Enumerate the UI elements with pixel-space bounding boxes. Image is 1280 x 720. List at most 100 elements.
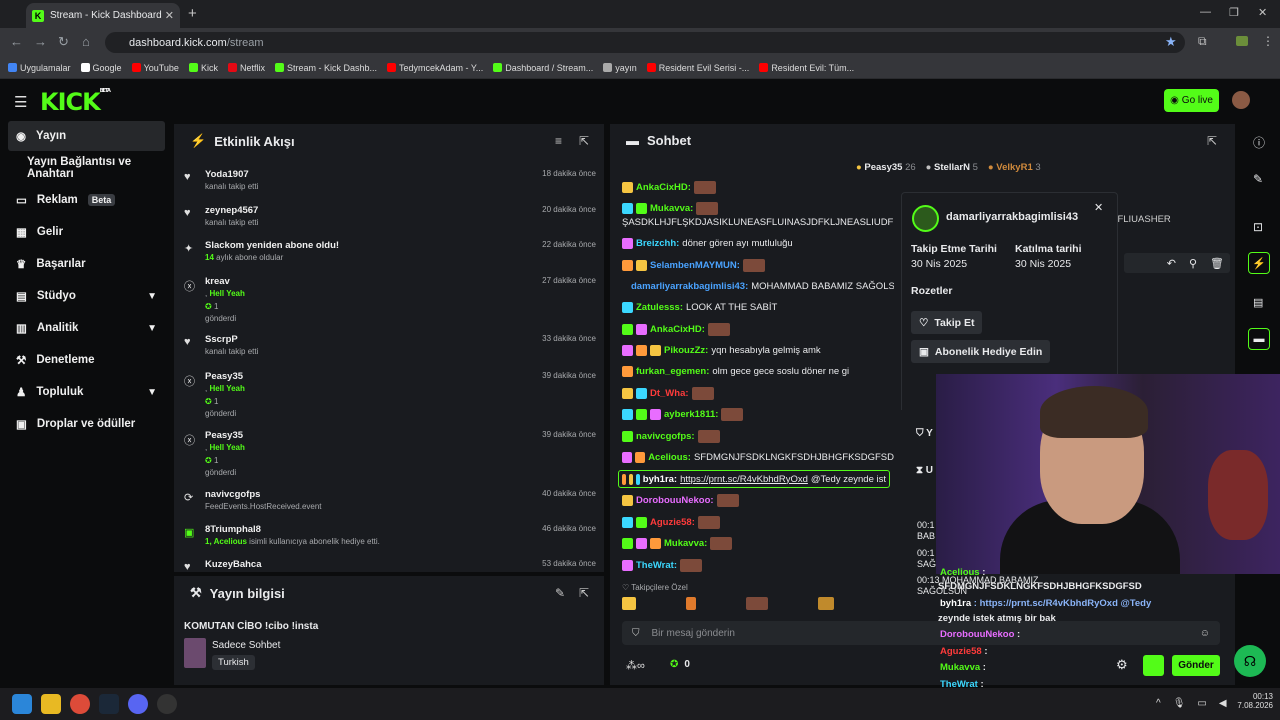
url-bar[interactable]: dashboard.kick.com/stream xyxy=(105,32,1185,53)
chat-username[interactable]: AnkaCixHD: xyxy=(650,324,705,335)
sidebar-item-basarilar[interactable]: ♛ Başarılar xyxy=(8,249,165,279)
event-user[interactable]: Slackom yeniden abone oldu! xyxy=(205,240,339,251)
avatar[interactable] xyxy=(1232,91,1250,109)
minimize-icon[interactable]: — xyxy=(1200,6,1211,18)
chat-username[interactable]: Zatulesss: xyxy=(636,302,683,313)
chat-username[interactable]: Mukavva: xyxy=(650,203,693,214)
chat-message[interactable]: Breizchh: döner gören ayı mutluluğu xyxy=(622,234,894,252)
gift-sub-button[interactable]: ▣ Abonelik Hediye Edin xyxy=(911,340,1051,363)
chat-username[interactable]: AnkaCixHD: xyxy=(636,182,691,193)
points-display[interactable]: ✪ 0 xyxy=(670,659,690,670)
bookmark-item[interactable]: Kick xyxy=(188,63,218,73)
discord-icon[interactable] xyxy=(128,694,148,714)
rules-icon[interactable]: ⁂∞ xyxy=(626,659,645,672)
bookmark-item[interactable]: Resident Evil Serisi -... xyxy=(646,63,749,73)
sidebar-item-analitik[interactable]: ▥ Analitik ▼ xyxy=(8,313,165,343)
popout-icon[interactable]: ⇱ xyxy=(1207,134,1217,148)
sidebar-item-reklam[interactable]: ▭ Reklam Beta xyxy=(8,185,165,215)
chat-message[interactable]: Aguzie58: xyxy=(622,513,894,531)
menu-icon[interactable]: ⋮ xyxy=(1262,34,1274,48)
undo-icon[interactable]: ↶ xyxy=(1167,257,1176,270)
event-user[interactable]: Yoda1907 xyxy=(205,169,249,180)
event-user[interactable]: SscrpP xyxy=(205,334,238,345)
pin-icon[interactable]: ⚲ xyxy=(1189,257,1197,270)
bookmark-item[interactable]: TedymcekAdam - Y... xyxy=(387,63,483,73)
close-icon[interactable]: ✕ xyxy=(1094,201,1103,214)
sidebar-item-gelir[interactable]: ▦ Gelir xyxy=(8,217,165,247)
chat-message[interactable]: ŞASDKLHJFLŞKDJASIKLUNEASFLUINASJDFKLJNEA… xyxy=(622,213,894,231)
bookmark-item[interactable]: Netflix xyxy=(227,63,265,73)
forward-icon[interactable]: → xyxy=(34,34,47,49)
chat-username[interactable]: Dt_Wha: xyxy=(650,388,689,399)
bookmark-item[interactable]: Resident Evil: Tüm... xyxy=(759,63,854,73)
chat-icon[interactable]: ▬ xyxy=(1248,328,1270,350)
chat-message[interactable]: Dt_Wha: xyxy=(622,384,894,402)
chat-username[interactable]: PikouzZz: xyxy=(664,345,708,356)
support-headset-icon[interactable]: ☊ xyxy=(1234,645,1266,677)
bookmark-item[interactable]: Uygulamalar xyxy=(8,63,71,73)
info-icon[interactable]: ⓘ xyxy=(1253,134,1265,151)
chat-message[interactable]: SelambenMAYMUN: xyxy=(622,256,894,274)
chat-username[interactable]: Aguzie58: xyxy=(650,517,695,528)
bookmark-item[interactable]: YouTube xyxy=(131,63,179,73)
chat-username[interactable]: byh1ra: xyxy=(643,474,677,485)
reload-icon[interactable]: ↻ xyxy=(58,34,69,50)
kick-logo[interactable]: KICKBETA xyxy=(40,88,111,116)
event-user[interactable]: KuzeyBahca xyxy=(205,559,262,570)
chat-username[interactable]: Acelious: xyxy=(648,452,691,463)
screen-icon[interactable]: ⊡ xyxy=(1253,220,1263,234)
emoji-icon[interactable]: ☺ xyxy=(1200,628,1210,639)
sidebar-item-stream-key[interactable]: Yayın Bağlantısı ve Anahtarı xyxy=(8,153,173,183)
chat-message[interactable]: TheWrat: xyxy=(622,556,894,574)
chat-input[interactable]: ⛉ Bir mesaj gönderin ☺ xyxy=(622,621,1220,645)
event-user[interactable]: kreav xyxy=(205,276,230,287)
event-user[interactable]: Peasy35 xyxy=(205,430,243,441)
extensions-icon[interactable]: ⧉ xyxy=(1198,34,1207,49)
sidebar-item-studyo[interactable]: ▤ Stüdyo ▼ xyxy=(8,281,165,311)
send-button[interactable]: Gönder xyxy=(1172,655,1220,676)
chat-message-text[interactable]: https://prnt.sc/R4vKbhdRyOxd xyxy=(680,474,808,485)
chat-username[interactable]: Breizchh: xyxy=(636,238,679,249)
event-user[interactable]: navivcgofps xyxy=(205,489,260,500)
emote-row[interactable] xyxy=(622,597,892,613)
bookmark-item[interactable]: yayın xyxy=(603,63,637,73)
chat-message[interactable]: navivcgofps: xyxy=(622,427,894,445)
extension-icon[interactable] xyxy=(1236,36,1248,46)
sidebar-item-yayin[interactable]: ◉ Yayın xyxy=(8,121,165,151)
chat-message[interactable]: Mukavva: xyxy=(622,534,894,552)
chat-username[interactable]: SelambenMAYMUN: xyxy=(650,260,740,271)
bookmark-item[interactable]: Google xyxy=(80,63,122,73)
chat-message[interactable]: Zatulesss: LOOK AT THE SABİT xyxy=(622,298,894,316)
lightning-icon[interactable]: ⚡ xyxy=(1248,252,1270,274)
chat-username[interactable]: TheWrat: xyxy=(636,560,677,571)
new-tab-icon[interactable]: + xyxy=(188,5,197,22)
back-icon[interactable]: ← xyxy=(10,34,23,49)
chat-message[interactable]: furkan_egemen: olm gece gece soslu döner … xyxy=(622,362,894,380)
bookmark-star-icon[interactable]: ★ xyxy=(1165,34,1177,50)
chat-message[interactable]: DorobouuNekoo: xyxy=(622,491,894,509)
event-user[interactable]: 8Triumphal8 xyxy=(205,524,261,535)
app-icon[interactable] xyxy=(157,694,177,714)
chat-username[interactable]: furkan_egemen: xyxy=(636,366,709,377)
edit-icon[interactable]: ✎ xyxy=(1253,172,1263,186)
popout-icon[interactable]: ⇱ xyxy=(579,134,589,148)
chat-message[interactable]: AnkaCixHD: xyxy=(622,320,894,338)
close-tab-icon[interactable]: ✕ xyxy=(165,9,174,22)
file-explorer-icon[interactable] xyxy=(41,694,61,714)
chat-message[interactable]: damarliyarrakbagimlisi43: MOHAMMAD BABAMI… xyxy=(622,277,894,295)
event-user[interactable]: Peasy35 xyxy=(205,371,243,382)
clock[interactable]: 00:13 7.08.2026 xyxy=(1237,692,1273,710)
chat-username[interactable]: damarliyarrakbagimlisi43: xyxy=(631,281,748,292)
trash-icon[interactable]: 🗑 xyxy=(1210,257,1224,270)
chat-username[interactable]: navivcgofps: xyxy=(636,431,695,442)
chat-message[interactable]: PikouzZz: yqn hesabıyla gelmiş amk xyxy=(622,341,894,359)
chat-username[interactable]: Mukavva: xyxy=(664,538,707,549)
chat-username[interactable]: DorobouuNekoo: xyxy=(636,495,714,506)
hamburger-menu-icon[interactable]: ☰ xyxy=(14,93,27,111)
document-icon[interactable]: ▤ xyxy=(1253,296,1263,309)
chat-message[interactable]: Acelious: SFDMGNJFSDKLNGKFSDHJBHGFKSDGFSD xyxy=(622,448,894,466)
event-user[interactable]: zeynep4567 xyxy=(205,205,258,216)
bookmark-item[interactable]: Stream - Kick Dashb... xyxy=(274,63,377,73)
filter-icon[interactable]: ≡ xyxy=(555,134,562,148)
chat-username[interactable]: ayberk1811: xyxy=(664,409,718,420)
